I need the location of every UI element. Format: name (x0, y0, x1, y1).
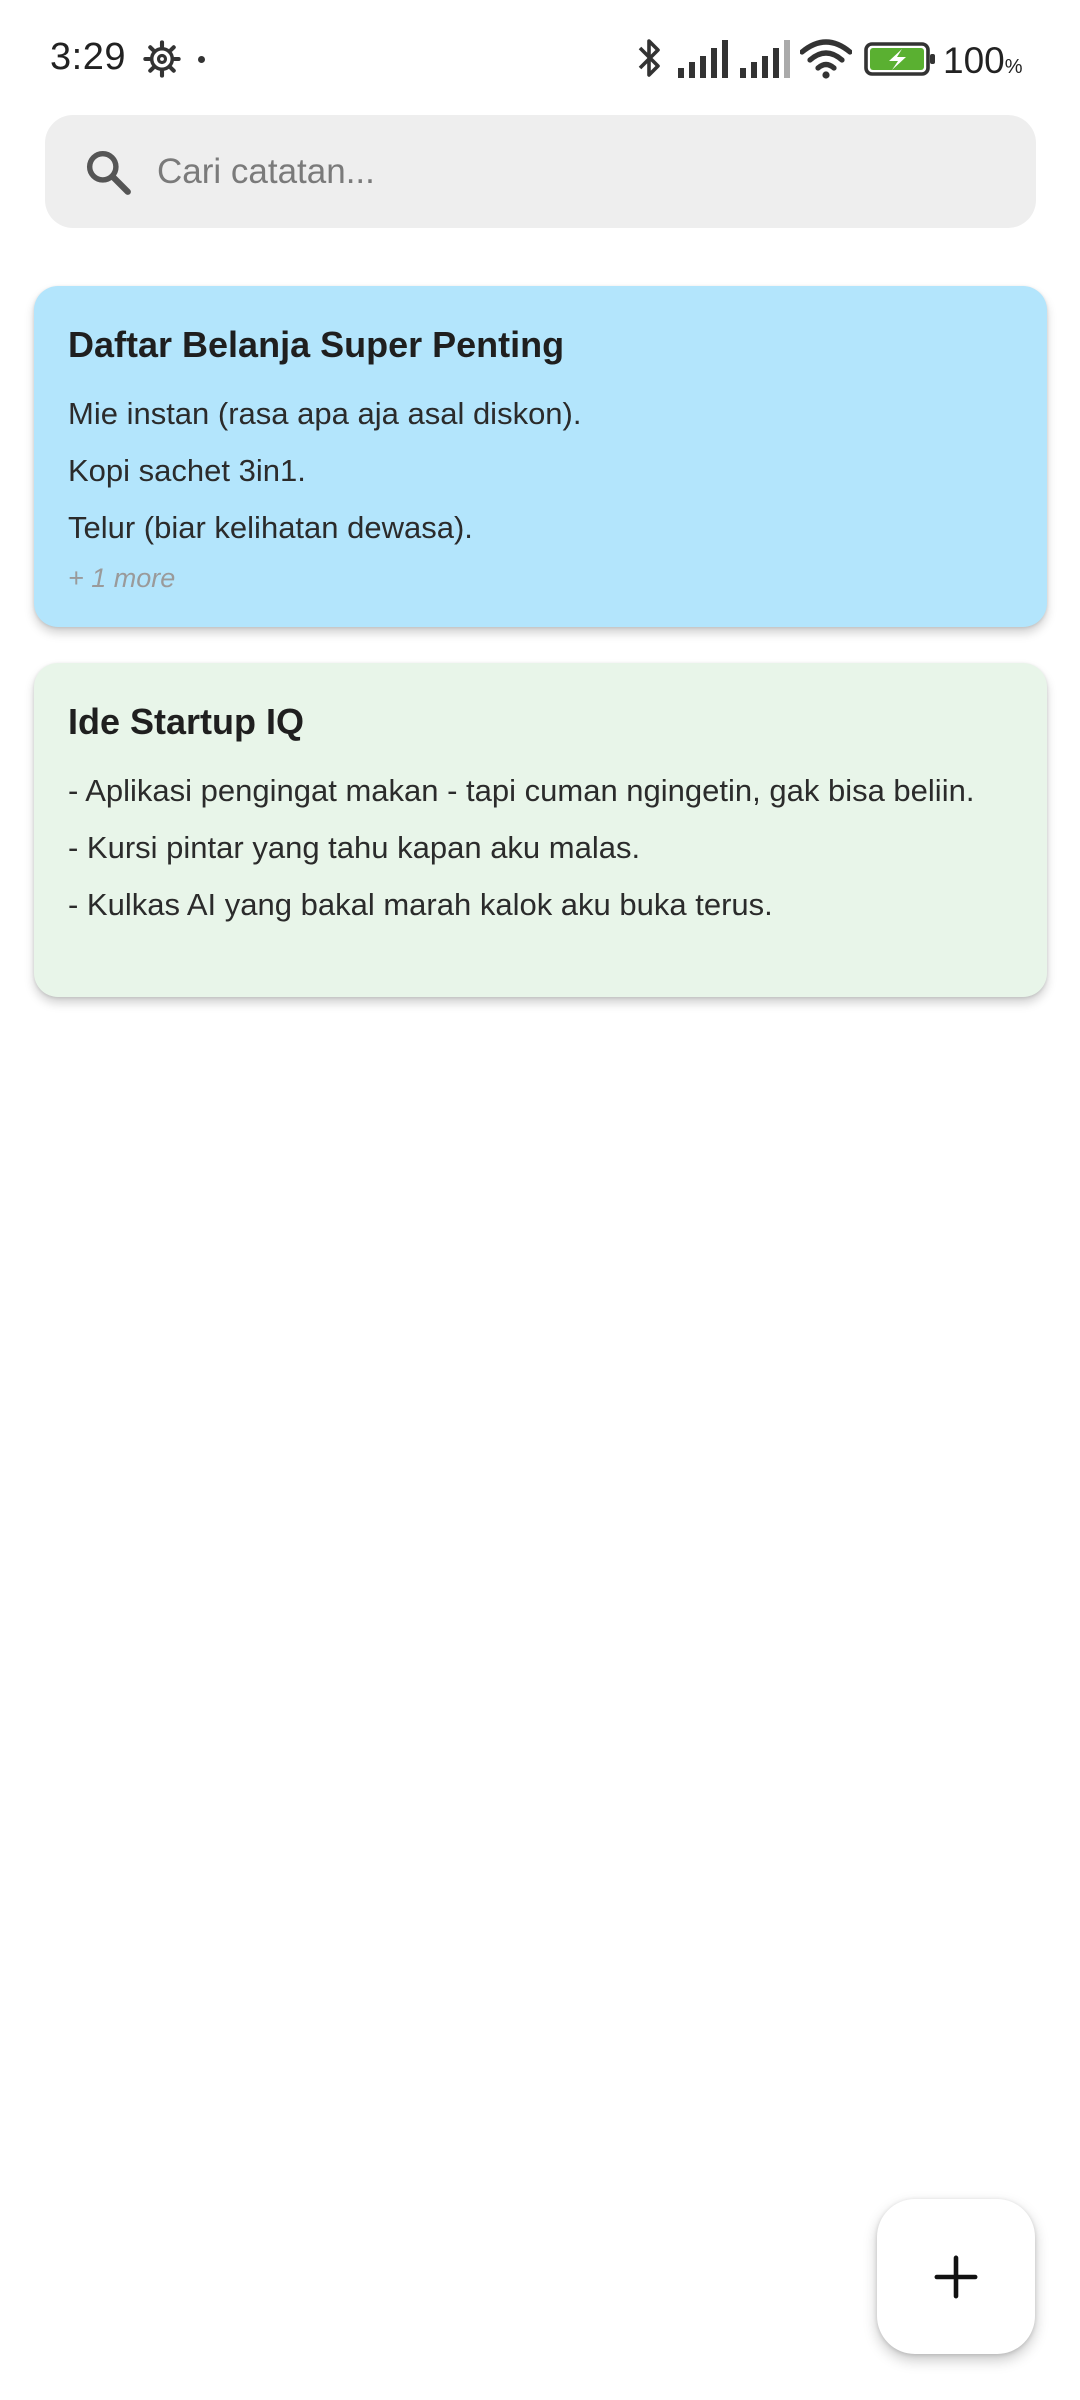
note-line: - Aplikasi pengingat makan - tapi cuman … (68, 773, 975, 808)
note-card[interactable]: Ide Startup IQ - Aplikasi pengingat maka… (34, 663, 1047, 997)
search-icon (86, 150, 131, 195)
wifi-icon (800, 39, 852, 79)
note-title: Ide Startup IQ (68, 701, 305, 742)
note-line: - Kulkas AI yang bakal marah kalok aku b… (68, 887, 773, 922)
plus-icon (934, 2255, 978, 2298)
add-note-button[interactable] (877, 2199, 1035, 2354)
bluetooth-icon (638, 39, 660, 77)
note-line: Telur (biar kelihatan dewasa). (68, 510, 473, 545)
settings-gear-icon (143, 40, 181, 78)
note-line: - Kursi pintar yang tahu kapan aku malas… (68, 830, 641, 865)
signal-icon (740, 40, 790, 78)
battery-percent: 100% (943, 40, 1023, 81)
search-bar[interactable] (45, 115, 1036, 228)
search-input[interactable] (157, 115, 997, 228)
status-time: 3:29 (50, 36, 126, 78)
note-title: Daftar Belanja Super Penting (68, 324, 565, 365)
battery-charging-icon (864, 42, 935, 76)
more-lines-indicator: + 1 more (68, 563, 176, 593)
signal-icon (678, 40, 728, 78)
note-card[interactable]: Daftar Belanja Super Penting Mie instan … (34, 286, 1047, 627)
note-line: Mie instan (rasa apa aja asal diskon). (68, 396, 582, 431)
status-bar: 3:29 100% (0, 0, 1080, 110)
notification-dot-icon (198, 56, 205, 63)
note-line: Kopi sachet 3in1. (68, 453, 306, 488)
